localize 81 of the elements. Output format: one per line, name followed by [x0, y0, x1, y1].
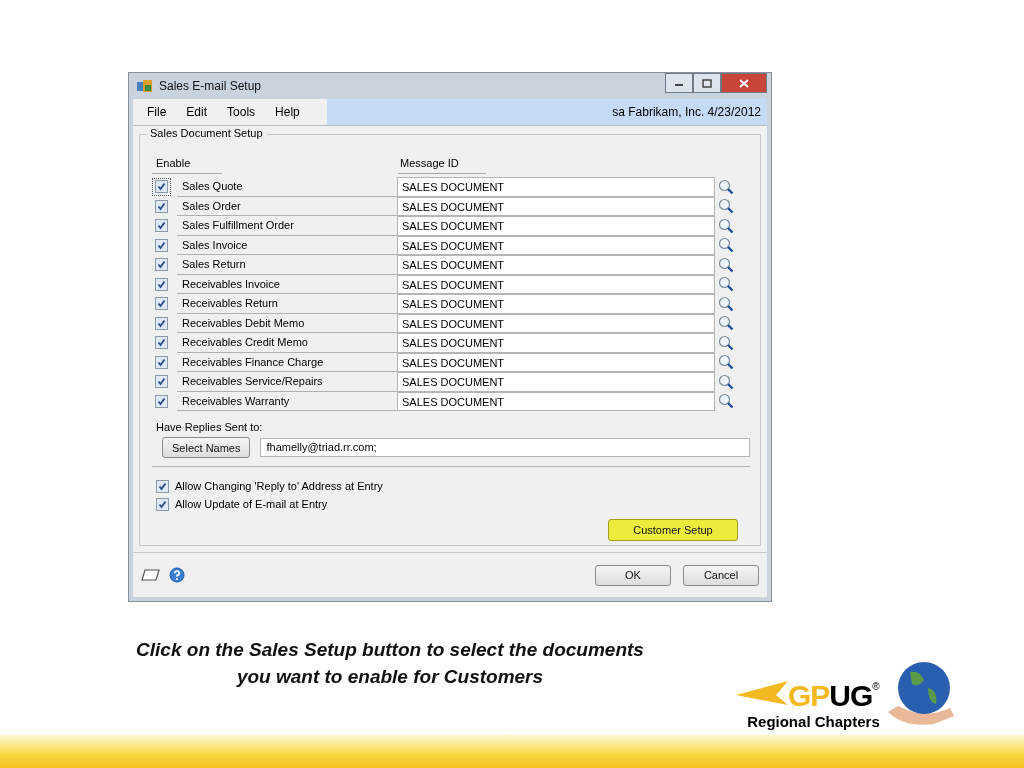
message-id-field[interactable]: SALES DOCUMENT	[397, 255, 715, 275]
document-label: Receivables Debit Memo	[177, 313, 397, 333]
lookup-icon[interactable]	[718, 393, 734, 410]
document-label: Receivables Service/Repairs	[177, 372, 397, 392]
checkbox[interactable]	[152, 392, 171, 411]
checkbox[interactable]	[152, 236, 171, 255]
menu-item[interactable]: Tools	[227, 105, 256, 119]
maximize-button[interactable]	[693, 73, 721, 93]
note-icon[interactable]	[141, 568, 161, 582]
document-label: Receivables Finance Charge	[177, 352, 397, 372]
lookup-icon[interactable]	[718, 334, 734, 351]
dialog-button[interactable]: Cancel	[683, 564, 759, 586]
checkbox[interactable]	[152, 216, 171, 235]
menu-item[interactable]: Edit	[186, 105, 208, 119]
lookup-icon[interactable]	[718, 276, 734, 293]
checkbox[interactable]	[152, 197, 171, 216]
reply-address-field[interactable]: fhamelly@triad.rr.com;	[260, 438, 750, 457]
message-id-field[interactable]: SALES DOCUMENT	[397, 333, 715, 353]
checkbox[interactable]	[152, 333, 171, 352]
message-id-field[interactable]: SALES DOCUMENT	[397, 313, 715, 333]
lookup-icon[interactable]	[718, 256, 734, 273]
message-id-field[interactable]: SALES DOCUMENT	[397, 294, 715, 314]
document-label: Sales Invoice	[177, 235, 397, 255]
logo-wordmark: GPUG	[788, 681, 873, 711]
customer-setup-button[interactable]: Customer Setup	[608, 519, 738, 541]
menu-item[interactable]: File	[147, 105, 167, 119]
replies-label: Have Replies Sent to:	[156, 421, 264, 433]
lookup-icon[interactable]	[718, 217, 734, 234]
checkbox[interactable]	[156, 497, 169, 511]
lookup-icon[interactable]	[718, 315, 734, 332]
column-header: Message ID	[398, 153, 486, 174]
option-label: Allow Changing 'Reply to' Address at Entry	[175, 480, 383, 492]
message-id-field[interactable]: SALES DOCUMENT	[397, 372, 715, 392]
column-header: Enable	[152, 153, 222, 174]
logo-subtitle: Regional Chapters	[747, 713, 880, 730]
checkbox[interactable]	[152, 353, 171, 372]
dialog-button[interactable]: OK	[595, 564, 671, 586]
message-id-field[interactable]: SALES DOCUMENT	[397, 216, 715, 236]
select-names-button[interactable]: Select Names	[162, 437, 251, 458]
window-title: Sales E-mail Setup	[159, 79, 262, 93]
checkbox[interactable]	[152, 177, 171, 196]
document-label: Receivables Invoice	[177, 274, 397, 294]
lookup-icon[interactable]	[718, 373, 734, 390]
lookup-icon[interactable]	[718, 198, 734, 215]
document-label: Sales Fulfillment Order	[177, 216, 397, 236]
user-info-bar: sa Fabrikam, Inc. 4/23/2012	[327, 99, 767, 125]
message-id-field[interactable]: SALES DOCUMENT	[397, 235, 715, 255]
message-id-field[interactable]: SALES DOCUMENT	[397, 352, 715, 372]
message-id-field[interactable]: SALES DOCUMENT	[397, 274, 715, 294]
document-label: Sales Order	[177, 196, 397, 216]
checkbox[interactable]	[152, 294, 171, 313]
caption-text: you want to enable for Customers	[236, 665, 544, 689]
checkbox[interactable]	[152, 255, 171, 274]
caption-text: Click on the Sales Setup button to select the documents	[136, 638, 644, 662]
message-id-field[interactable]: SALES DOCUMENT	[397, 196, 715, 216]
document-label: Receivables Credit Memo	[177, 333, 397, 353]
checkbox[interactable]	[152, 275, 171, 294]
option-label: Allow Update of E-mail at Entry	[175, 498, 328, 510]
document-label: Sales Return	[177, 255, 397, 275]
document-label: Sales Quote	[177, 177, 397, 197]
document-label: Receivables Return	[177, 294, 397, 314]
maximize-icon	[702, 78, 712, 88]
close-icon	[739, 78, 749, 88]
checkbox[interactable]	[152, 372, 171, 391]
app-icon	[137, 79, 153, 93]
minimize-button[interactable]	[665, 73, 693, 93]
help-icon[interactable]	[169, 567, 185, 583]
group-title: Sales Document Setup	[146, 127, 267, 139]
checkbox[interactable]	[152, 314, 171, 333]
checkbox[interactable]	[156, 479, 169, 493]
close-button[interactable]	[721, 73, 767, 93]
lookup-icon[interactable]	[718, 295, 734, 312]
registered-mark: ®	[872, 681, 880, 692]
message-id-field[interactable]: SALES DOCUMENT	[397, 391, 715, 411]
lookup-icon[interactable]	[718, 354, 734, 371]
message-id-field[interactable]: SALES DOCUMENT	[397, 177, 715, 197]
lookup-icon[interactable]	[718, 237, 734, 254]
document-label: Receivables Warranty	[177, 391, 397, 411]
wing-icon	[736, 681, 788, 705]
menu-item[interactable]: Help	[275, 105, 300, 119]
lookup-icon[interactable]	[718, 178, 734, 195]
